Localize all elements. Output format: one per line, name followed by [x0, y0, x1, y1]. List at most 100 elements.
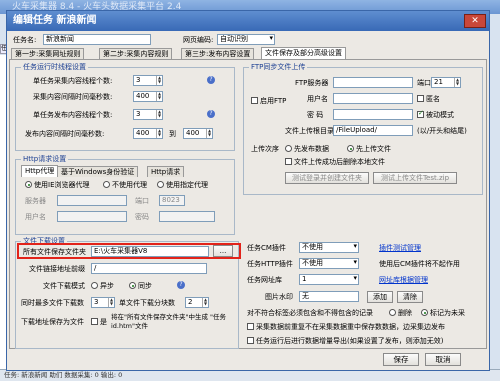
tab-windows-auth[interactable]: 基于Windows身份验证	[57, 166, 139, 177]
encoding-label: 网页编码:	[183, 36, 214, 44]
help-icon[interactable]: ?	[207, 110, 215, 118]
stepper-arrows-icon[interactable]: ▲ ▼	[156, 92, 162, 101]
stepper-arrows-icon[interactable]: ▲ ▼	[156, 129, 162, 138]
publish-threads-label: 单任务发布内容线程个数:	[33, 111, 113, 119]
ftp-server-input[interactable]	[333, 77, 413, 88]
order-publish-first-radio[interactable]	[285, 145, 292, 152]
mode-async-radio[interactable]	[91, 282, 98, 289]
url-library-link[interactable]: 网址库根据管理	[379, 275, 428, 285]
proxy-port-label: 端口	[135, 197, 149, 205]
tab-http-request[interactable]: Http请求	[147, 166, 185, 177]
ftp-title: FTP同步文件上传	[249, 63, 308, 72]
cm-plugin-select[interactable]: 不使用	[299, 242, 359, 253]
encoding-select[interactable]: 自动识别	[217, 34, 275, 45]
mark-uncollected-radio[interactable]	[421, 309, 428, 316]
publish-interval-from-value: 400	[136, 129, 150, 137]
save-button[interactable]: 保存	[383, 353, 419, 366]
passive-mode-checkbox[interactable]	[417, 109, 424, 118]
chunks-stepper[interactable]: 2 ▲ ▼	[185, 297, 209, 308]
ftp-dir-label: 文件上传根目录	[285, 127, 334, 135]
use-ie-proxy-radio[interactable]	[25, 181, 32, 188]
collect-threads-stepper[interactable]: 3 ▲ ▼	[133, 75, 163, 86]
proxy-server-label: 服务器	[25, 197, 46, 205]
stepper-arrows-icon[interactable]: ▲ ▼	[206, 129, 212, 138]
help-icon[interactable]: ?	[177, 281, 185, 289]
task-name-label: 任务名:	[13, 36, 37, 44]
concurrent-stepper[interactable]: 3 ▲ ▼	[91, 297, 115, 308]
custom-proxy-radio[interactable]	[157, 181, 164, 188]
proxy-port-input[interactable]: 8023	[159, 195, 185, 206]
prefix-input[interactable]: /	[91, 263, 207, 274]
stepper-arrows-icon[interactable]: ▲ ▼	[454, 78, 460, 87]
save-folder-label: 所有文件保存文件夹	[23, 248, 86, 256]
proxy-user-input[interactable]	[57, 211, 127, 222]
tab-file-save[interactable]: 文件保存及部分高级设置	[261, 47, 346, 59]
test-login-button[interactable]: 测试登录并创建文件夹	[285, 172, 369, 184]
stepper-arrows-icon[interactable]: ▲ ▼	[108, 298, 114, 307]
proxy-server-input[interactable]	[57, 195, 127, 206]
collect-interval-value: 400	[136, 92, 150, 100]
edit-task-dialog: 编辑任务 新浪新闻 ✕ 任务名: 新浪新闻 网页编码: 自动识别 第一步:采集网…	[6, 10, 490, 371]
no-proxy-label: 不使用代理	[112, 181, 147, 189]
tab-step3[interactable]: 第三步:发布内容设置	[181, 48, 255, 59]
stepper-arrows-icon[interactable]: ▲ ▼	[202, 298, 208, 307]
ftp-port-stepper[interactable]: 21 ▲ ▼	[431, 77, 461, 88]
dialog-body: 任务名: 新浪新闻 网页编码: 自动识别 第一步:采集网址规则 第二步:采集内容…	[7, 31, 489, 370]
add-watermark-button[interactable]: 添加	[367, 291, 393, 303]
test-upload-button[interactable]: 测试上传文件Test.zip	[373, 172, 457, 184]
passive-mode-label: 被动模式	[426, 111, 454, 119]
publish-interval-label: 发布内容间隔时间毫秒数:	[25, 130, 105, 138]
stepper-arrows-icon[interactable]: ▲ ▼	[156, 110, 162, 119]
saveas-label: 下载地址保存为文件	[21, 318, 84, 326]
delete-after-upload-checkbox[interactable]	[285, 158, 292, 165]
no-proxy-radio[interactable]	[103, 181, 110, 188]
tab-step1[interactable]: 第一步:采集网址规则	[11, 48, 85, 59]
stepper-arrows-icon[interactable]: ▲ ▼	[156, 76, 162, 85]
custom-proxy-label: 使用指定代理	[166, 181, 208, 189]
url-library-select[interactable]: 1	[299, 274, 359, 285]
url-library-label: 任务网址库	[247, 276, 282, 284]
dedupe-checkbox[interactable]	[247, 323, 254, 330]
enable-ftp-checkbox[interactable]	[251, 97, 258, 104]
prefix-label: 文件链接地址前缀	[29, 265, 85, 273]
ftp-dir-input[interactable]: /FileUpload/	[333, 125, 413, 136]
mode-sync-label: 同步	[138, 282, 152, 290]
proxy-pass-input[interactable]	[159, 211, 215, 222]
http-plugin-select[interactable]: 不使用	[299, 258, 359, 269]
collect-interval-label: 采集内容间隔时间毫秒数:	[33, 93, 113, 101]
publish-threads-stepper[interactable]: 3 ▲ ▼	[133, 109, 163, 120]
ftp-pass-label: 密 码	[307, 111, 324, 119]
publish-threads-value: 3	[136, 110, 141, 118]
tab-http-proxy[interactable]: Http代理	[21, 165, 59, 177]
task-name-input[interactable]: 新浪新闻	[43, 34, 151, 45]
ftp-port-value: 21	[434, 78, 443, 86]
browse-button[interactable]: ...	[213, 245, 233, 257]
plugin-test-link[interactable]: 插件测试管理	[379, 243, 421, 253]
ftp-pass-input[interactable]	[333, 109, 413, 120]
ftp-user-input[interactable]	[333, 93, 413, 104]
delete-radio[interactable]	[389, 309, 396, 316]
cancel-button[interactable]: 取消	[425, 353, 461, 366]
save-folder-input[interactable]: E:\火车采集器V8	[91, 246, 209, 257]
incremental-export-checkbox[interactable]	[247, 337, 254, 344]
close-button[interactable]: ✕	[464, 14, 486, 28]
saveas-checkbox[interactable]	[91, 318, 98, 325]
collect-interval-stepper[interactable]: 400 ▲ ▼	[133, 91, 163, 102]
publish-interval-from-stepper[interactable]: 400 ▲ ▼	[133, 128, 163, 139]
order-upload-first-radio[interactable]	[347, 145, 354, 152]
http-settings-title: Http请求设置	[21, 155, 69, 164]
mode-sync-radio[interactable]	[129, 282, 136, 289]
help-icon[interactable]: ?	[207, 76, 215, 84]
ftp-user-label: 用户名	[307, 95, 328, 103]
run-settings-title: 任务运行时线程设置	[21, 63, 88, 72]
dedupe-text: 采集数据前重复	[256, 323, 305, 331]
concurrent-label: 同时最多文件下载数	[21, 299, 84, 307]
delete-label: 删除	[398, 309, 412, 317]
publish-interval-to-stepper[interactable]: 400 ▲ ▼	[183, 128, 213, 139]
anonymous-checkbox[interactable]	[417, 95, 424, 102]
watermark-input[interactable]: 无	[299, 291, 359, 302]
ftp-server-label: FTP服务器	[295, 79, 329, 87]
watermark-label: 图片水印	[265, 293, 293, 301]
tab-step2[interactable]: 第二步:采集内容规则	[99, 48, 173, 59]
clear-watermark-button[interactable]: 清除	[397, 291, 423, 303]
